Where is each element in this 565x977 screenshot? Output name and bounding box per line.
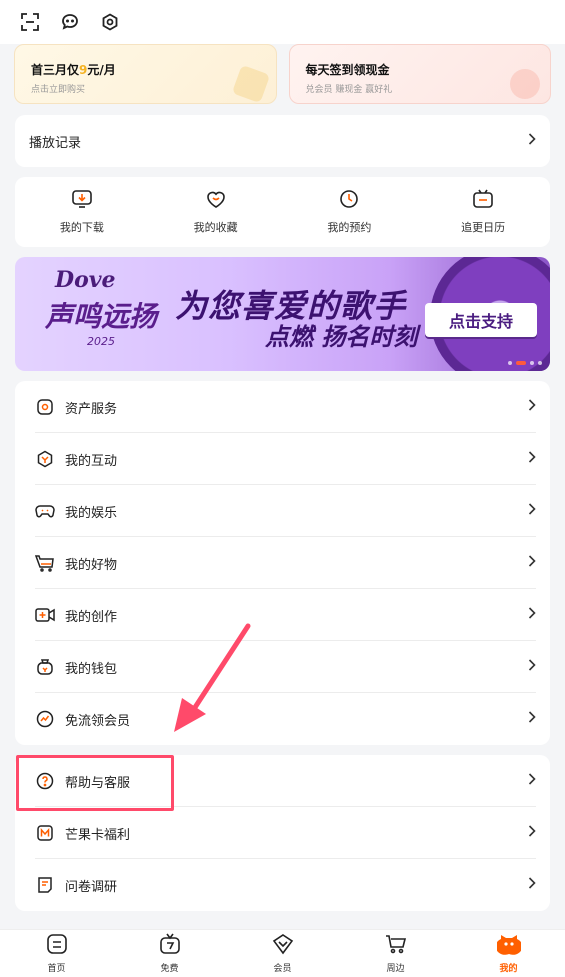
menu-item-label: 问卷调研 [65, 879, 118, 895]
promo-subtitle: 兑会员 赚现金 赢好礼 [305, 85, 393, 95]
carousel-indicator [508, 361, 542, 365]
play-history-label: 播放记录 [29, 135, 82, 151]
vip-icon [272, 933, 294, 959]
menu-item-help[interactable]: 帮助与客服 [15, 755, 550, 807]
chevron-right-icon [528, 133, 536, 149]
message-icon[interactable] [60, 12, 80, 32]
nav-vip[interactable]: 会员 [226, 930, 339, 977]
chevron-right-icon [528, 825, 536, 841]
menu-item-label: 免流领会员 [65, 713, 131, 729]
support-menu: 帮助与客服 芒果卡福利 问卷调研 [15, 755, 550, 911]
clock-icon [338, 189, 360, 213]
menu-item-label: 我的钱包 [65, 661, 118, 677]
shortcut-download[interactable]: 我的下载 [15, 177, 149, 247]
menu-item-label: 我的互动 [65, 453, 118, 469]
video-camera-icon [35, 605, 55, 625]
nav-home[interactable]: 首页 [0, 930, 113, 977]
bottom-navigation: 首页 免费 会员 周边 我的 [0, 929, 565, 977]
menu-item-label: 帮助与客服 [65, 775, 131, 791]
interaction-icon [35, 449, 55, 469]
menu-item-survey[interactable]: 问卷调研 [15, 859, 550, 911]
menu-item-wallet[interactable]: 我的钱包 [15, 641, 550, 693]
shortcut-label: 我的预约 [327, 221, 372, 234]
chevron-right-icon [528, 773, 536, 789]
settings-icon[interactable] [100, 12, 120, 32]
carousel-dot [538, 361, 542, 365]
banner-brand: Dove [55, 267, 116, 293]
shortcut-label: 我的下载 [59, 221, 104, 234]
mango-card-icon [35, 823, 55, 843]
shortcut-reservation[interactable]: 我的预约 [283, 177, 417, 247]
nav-label: 免费 [160, 964, 179, 974]
nav-free[interactable]: 免费 [113, 930, 226, 977]
menu-item-creation[interactable]: 我的创作 [15, 589, 550, 641]
menu-item-label: 我的好物 [65, 557, 118, 573]
menu-item-assets[interactable]: 资产服务 [15, 381, 550, 433]
carousel-dot-active [516, 361, 526, 365]
menu-item-goods[interactable]: 我的好物 [15, 537, 550, 589]
game-icon [35, 501, 55, 521]
nav-label: 首页 [47, 964, 66, 974]
signin-promo-card[interactable]: 每天签到领现金 兑会员 赚现金 赢好礼 [288, 44, 551, 104]
nav-label: 周边 [386, 964, 405, 974]
menu-item-entertainment[interactable]: 我的娱乐 [15, 485, 550, 537]
top-bar [0, 0, 565, 44]
chevron-right-icon [528, 503, 536, 519]
shortcut-label: 我的收藏 [193, 221, 238, 234]
nav-label: 我的 [499, 964, 518, 974]
services-menu: 资产服务 我的互动 我的娱乐 我的好物 我的创作 我的钱包 免流领会员 [15, 381, 550, 745]
banner-brand-subtitle: 声鸣远扬 [45, 300, 158, 333]
promo-row: 首三月仅9元/月 点击立即购买 每天签到领现金 兑会员 赚现金 赢好礼 [14, 44, 551, 104]
survey-icon [35, 875, 55, 895]
vip-promo-card[interactable]: 首三月仅9元/月 点击立即购买 [14, 44, 277, 104]
nav-label: 会员 [273, 964, 292, 974]
shortcut-favorite[interactable]: 我的收藏 [149, 177, 283, 247]
menu-item-label: 资产服务 [65, 401, 118, 417]
play-history-row[interactable]: 播放记录 [15, 115, 550, 167]
banner-slogan-secondary: 点燃 扬名时刻 [265, 323, 418, 351]
chevron-right-icon [528, 659, 536, 675]
home-icon [46, 933, 68, 959]
carousel-dot [530, 361, 534, 365]
menu-item-label: 芒果卡福利 [65, 827, 131, 843]
shortcut-label: 追更日历 [461, 221, 506, 234]
chevron-right-icon [528, 451, 536, 467]
download-icon [71, 189, 93, 213]
carousel-dot [508, 361, 512, 365]
shortcut-calendar[interactable]: 追更日历 [416, 177, 550, 247]
chevron-right-icon [528, 607, 536, 623]
menu-item-label: 我的娱乐 [65, 505, 118, 521]
free-data-icon [35, 709, 55, 729]
nav-profile[interactable]: 我的 [452, 930, 565, 977]
promo-title: 首三月仅9元/月 [31, 63, 116, 77]
scan-icon[interactable] [20, 12, 40, 32]
banner-year: 2025 [87, 335, 115, 348]
chevron-right-icon [528, 877, 536, 893]
promo-banner[interactable]: Dove 声鸣远扬 2025 为您喜爱的歌手 点燃 扬名时刻 点击支持 [15, 257, 550, 371]
asset-icon [35, 397, 55, 417]
shopping-cart-icon [35, 553, 55, 573]
promo-subtitle: 点击立即购买 [31, 85, 86, 95]
menu-item-mango-card[interactable]: 芒果卡福利 [15, 807, 550, 859]
shortcut-bar: 我的下载 我的收藏 我的预约 追更日历 [15, 177, 550, 247]
help-icon [35, 771, 55, 791]
chevron-right-icon [528, 711, 536, 727]
nav-merch[interactable]: 周边 [339, 930, 452, 977]
favorite-icon [205, 189, 227, 213]
profile-icon [495, 933, 522, 959]
free-tv-icon [159, 933, 181, 959]
menu-item-interaction[interactable]: 我的互动 [15, 433, 550, 485]
menu-item-label: 我的创作 [65, 609, 118, 625]
wallet-icon [35, 657, 55, 677]
chevron-right-icon [528, 555, 536, 571]
chevron-right-icon [528, 399, 536, 415]
menu-item-free-data[interactable]: 免流领会员 [15, 693, 550, 745]
promo-decoration [510, 69, 540, 99]
promo-title: 每天签到领现金 [305, 63, 390, 77]
support-button[interactable]: 点击支持 [425, 303, 537, 337]
cart-icon [385, 933, 407, 959]
calendar-icon [472, 189, 494, 213]
